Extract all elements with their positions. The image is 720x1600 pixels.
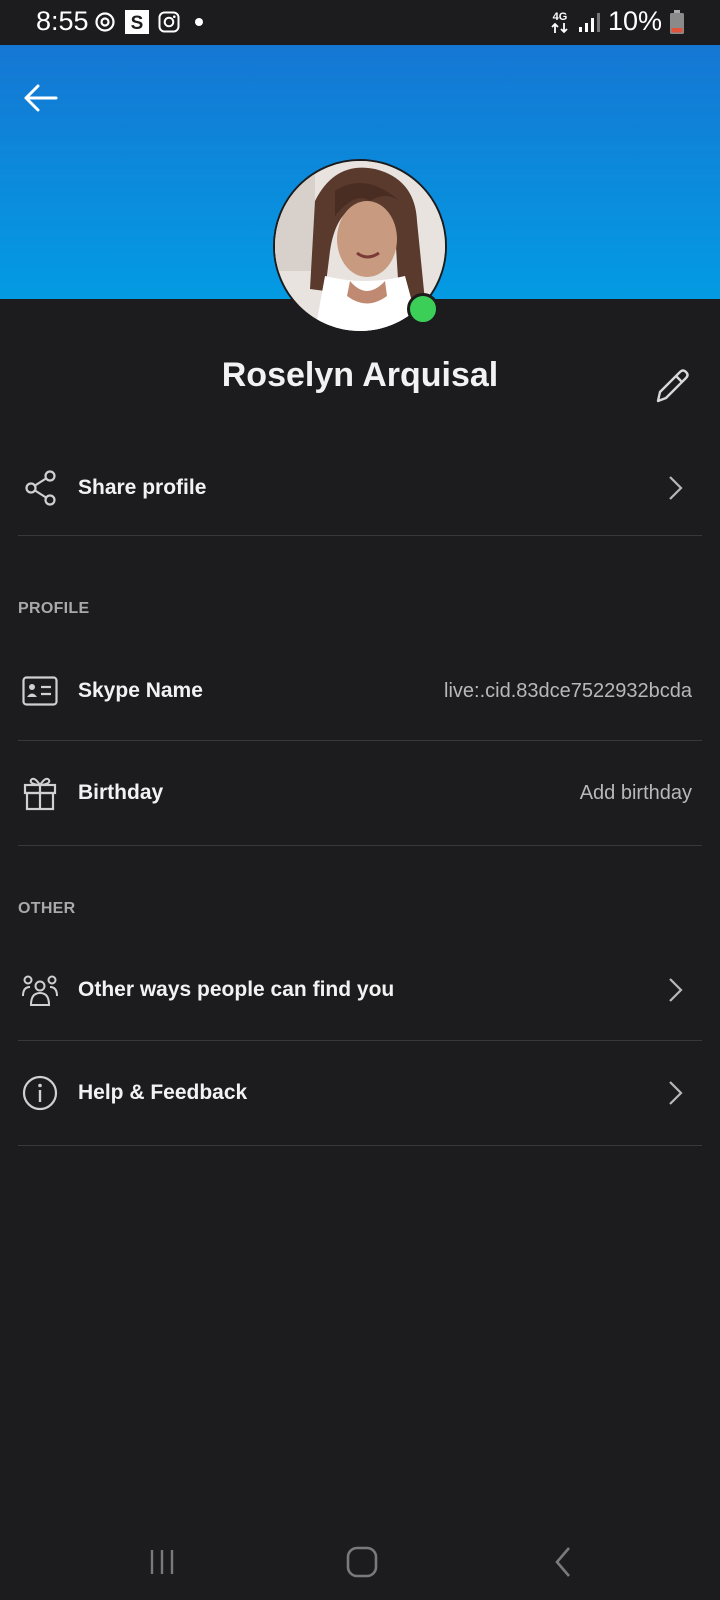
skype-notification-icon: S — [125, 10, 149, 34]
status-right: 4G 10% — [550, 6, 684, 37]
other-ways-find-you-row[interactable]: Other ways people can find you — [18, 940, 702, 1041]
status-time: 8:55 — [36, 6, 89, 36]
skype-name-value: live:.cid.83dce7522932bcda — [444, 679, 692, 702]
recent-apps-icon — [150, 1550, 174, 1574]
chevron-left-icon — [555, 1547, 570, 1577]
pencil-icon — [656, 369, 689, 403]
birthday-label: Birthday — [78, 781, 164, 804]
chevron-right-icon — [669, 1081, 683, 1105]
system-back-button[interactable] — [539, 1540, 589, 1584]
edit-profile-button[interactable] — [652, 365, 696, 409]
birthday-row[interactable]: Birthday Add birthday — [18, 741, 702, 846]
share-profile-label: Share profile — [78, 475, 207, 499]
chevron-right-icon — [669, 978, 683, 1002]
other-ways-find-you-label: Other ways people can find you — [78, 978, 395, 1001]
share-profile-row[interactable]: Share profile — [18, 440, 702, 536]
battery-icon — [670, 9, 684, 34]
network-4g-icon: 4G — [551, 11, 568, 33]
system-navigation-bar — [0, 1530, 720, 1600]
dot-icon — [195, 18, 203, 26]
status-bar: 8:55 S 4G 10% — [0, 0, 720, 45]
help-feedback-row[interactable]: Help & Feedback — [18, 1041, 702, 1146]
skype-name-row[interactable]: Skype Name live:.cid.83dce7522932bcda — [18, 642, 702, 741]
add-birthday-value: Add birthday — [579, 781, 692, 804]
gift-icon — [20, 773, 60, 813]
arrow-left-icon — [24, 84, 58, 112]
instagram-icon — [158, 11, 180, 33]
section-title-other: OTHER — [18, 900, 76, 917]
svg-text:4G: 4G — [553, 11, 568, 23]
status-notification-icons: S — [94, 10, 209, 34]
sync-icon — [95, 12, 115, 32]
chevron-right-icon — [669, 475, 683, 500]
share-icon — [20, 468, 60, 508]
people-group-icon — [20, 970, 60, 1010]
help-feedback-label: Help & Feedback — [78, 1081, 248, 1104]
home-button[interactable] — [337, 1540, 387, 1584]
skype-name-label: Skype Name — [78, 679, 203, 702]
section-title-profile: PROFILE — [18, 600, 90, 617]
online-status-indicator — [407, 293, 439, 325]
recent-apps-button[interactable] — [137, 1540, 187, 1584]
contact-card-icon — [20, 671, 60, 711]
info-icon — [20, 1073, 60, 1113]
profile-name: Roselyn Arquisal — [221, 356, 499, 394]
svg-text:S: S — [131, 13, 144, 34]
home-icon — [346, 1546, 378, 1578]
battery-percent: 10% — [607, 6, 662, 36]
back-button[interactable] — [18, 76, 62, 120]
signal-icon — [578, 12, 600, 32]
